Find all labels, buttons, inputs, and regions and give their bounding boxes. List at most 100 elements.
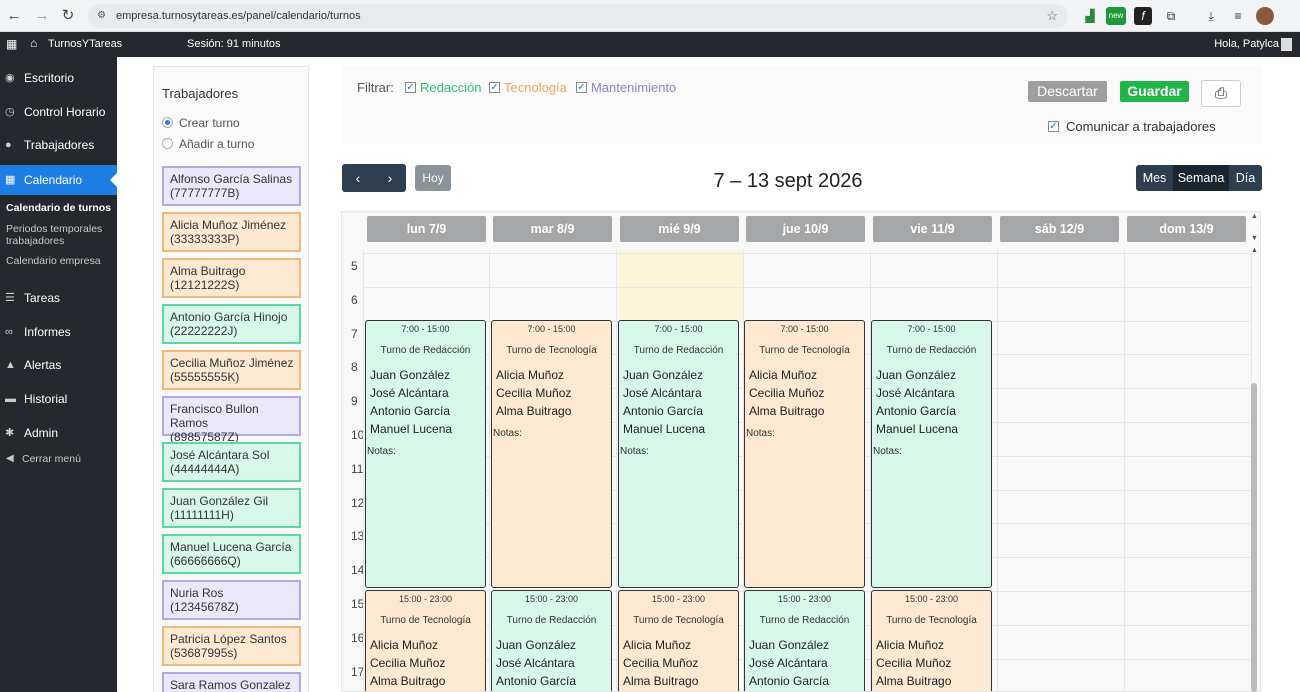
chevron-right-icon: ›	[387, 170, 393, 186]
user-greeting[interactable]: Hola, Patylca	[1214, 38, 1279, 50]
sidebar-sub-periodos[interactable]: Periodos temporales trabajadores	[6, 223, 114, 247]
shift-worker: Antonio García	[876, 404, 957, 418]
day-header[interactable]: dom 13/9	[1127, 216, 1246, 242]
worker-card[interactable]: Juan González Gil (11111111H)	[162, 488, 301, 528]
shift-block[interactable]: 15:00 - 23:00 Turno de Redacción Juan Gonz…	[744, 590, 865, 691]
new-badge-icon[interactable]: new	[1106, 7, 1126, 25]
shift-worker: José Alcántara	[623, 386, 702, 400]
shift-worker: Alma Buitrago	[370, 674, 446, 688]
chart-ext-icon[interactable]: ▟	[1081, 7, 1099, 25]
worker-card[interactable]: Manuel Lucena García (66666666Q)	[162, 534, 301, 574]
day-header[interactable]: vie 11/9	[873, 216, 992, 242]
shift-name: Turno de Tecnología	[759, 345, 850, 356]
sidebar-item-trabajadores[interactable]: ● Trabajadores	[0, 130, 117, 160]
calendar-scrollbar[interactable]: ▲ ▼ ▲	[1249, 213, 1260, 692]
prev-week-button[interactable]: ‹	[342, 164, 374, 192]
day-header[interactable]: mar 8/9	[493, 216, 612, 242]
filter-mantenimiento[interactable]: ✓ Mantenimiento	[576, 80, 676, 96]
save-button[interactable]: Guardar	[1120, 81, 1189, 102]
shift-block[interactable]: 7:00 - 15:00 Turno de Tecnología Alicia Mu…	[491, 320, 612, 588]
shift-block[interactable]: 15:00 - 23:00 Turno de Tecnología Alicia M…	[365, 590, 486, 691]
formula-ext-icon[interactable]: f	[1134, 7, 1152, 25]
print-button[interactable]: ⎙	[1201, 80, 1241, 107]
day-header[interactable]: jue 10/9	[746, 216, 865, 242]
sidebar-item-calendario[interactable]: ▦ Calendario	[0, 165, 117, 195]
download-icon[interactable]: ⤓	[1202, 7, 1220, 25]
site-info-icon[interactable]: ⚙	[97, 4, 106, 28]
playlist-icon[interactable]: ≡	[1229, 7, 1247, 25]
worker-card[interactable]: Nuria Ros (12345678Z)	[162, 580, 301, 620]
worker-card[interactable]: Antonio García Hinojo (22222222J)	[162, 304, 301, 344]
sidebar-sub-calendario-empresa[interactable]: Calendario empresa	[6, 255, 114, 267]
next-week-button[interactable]: ›	[374, 164, 406, 192]
sidebar-item-informes[interactable]: ∞ Informes	[0, 317, 117, 347]
scrollbar-thumb[interactable]	[1251, 383, 1257, 692]
sidebar-item-tareas[interactable]: ☰ Tareas	[0, 283, 117, 313]
worker-card[interactable]: Alicia Muñoz Jiménez (33333333P)	[162, 212, 301, 252]
home-icon[interactable]: ⌂	[30, 36, 37, 50]
worker-card[interactable]: Patricia López Santos (53687995s)	[162, 626, 301, 666]
bookmark-star-icon[interactable]: ☆	[1046, 4, 1058, 28]
shift-worker: Cecilia Muñoz	[749, 386, 825, 400]
building-icon[interactable]: ▦	[6, 37, 17, 51]
today-button[interactable]: Hoy	[415, 165, 451, 191]
address-bar[interactable]: ⚙ empresa.turnosytareas.es/panel/calenda…	[88, 4, 1068, 28]
sidebar-item-alertas[interactable]: ▲ Alertas	[0, 350, 117, 380]
profile-avatar[interactable]	[1256, 7, 1274, 25]
shift-block[interactable]: 7:00 - 15:00 Turno de Redacción Juan Gonzá…	[618, 320, 739, 588]
calendar-period-title: 7 – 13 sept 2026	[713, 170, 863, 192]
shift-time: 15:00 - 23:00	[777, 594, 832, 604]
worker-card[interactable]: Alma Buitrago (12121222S)	[162, 258, 301, 298]
shift-block[interactable]: 7:00 - 15:00 Turno de Tecnología Alicia Mu…	[744, 320, 865, 588]
shift-block[interactable]: 15:00 - 23:00 Turno de Redacción Juan Gonz…	[491, 590, 612, 691]
user-icon[interactable]	[1281, 38, 1292, 51]
shift-block[interactable]: 15:00 - 23:00 Turno de Tecnología Alicia M…	[871, 590, 992, 691]
shift-block[interactable]: 7:00 - 15:00 Turno de Redacción Juan Gonzá…	[871, 320, 992, 588]
worker-card[interactable]: Alfonso García Salinas (77777777B)	[162, 166, 301, 206]
worker-card[interactable]: José Alcántara Sol (44444444A)	[162, 442, 301, 482]
sidebar-item-admin[interactable]: ✱ Admin	[0, 418, 117, 448]
view-month-button[interactable]: Mes	[1136, 165, 1173, 191]
scroll-down-icon[interactable]: ▼	[1251, 235, 1258, 242]
sidebar-item-historial[interactable]: ▬ Historial	[0, 384, 117, 414]
discard-button[interactable]: Descartar	[1028, 81, 1107, 102]
radio-crear-turno[interactable]: Crear turno	[162, 115, 240, 131]
scroll-up-icon[interactable]: ▲	[1251, 247, 1258, 254]
sidebar-item-label: Control Horario	[24, 105, 106, 119]
view-day-button[interactable]: Día	[1229, 165, 1262, 191]
shift-time: 7:00 - 15:00	[654, 324, 703, 334]
checkbox: ✓	[405, 82, 416, 93]
new-badge-label: new	[1108, 11, 1124, 20]
calendar-icon: ▦	[5, 174, 16, 186]
radio-anadir-turno[interactable]: Añadir a turno	[162, 136, 254, 152]
scroll-up-icon[interactable]: ▲	[1251, 213, 1258, 220]
shift-notes: Notas:	[746, 428, 775, 439]
shift-block[interactable]: 7:00 - 15:00 Turno de Redacción Juan Gonzá…	[365, 320, 486, 588]
shift-worker: Cecilia Muñoz	[496, 386, 572, 400]
checkbox: ✓	[489, 82, 500, 93]
sidebar-sub-calendario-turnos[interactable]: Calendario de turnos	[6, 202, 114, 214]
filter-redaccion[interactable]: ✓ Redacción	[405, 80, 481, 96]
reload-icon[interactable]: ↻	[58, 6, 78, 26]
close-menu-button[interactable]: ◀ Cerrar menú	[0, 451, 81, 467]
back-icon[interactable]: ←	[4, 6, 24, 26]
communicate-checkbox[interactable]: ✓ Comunicar a trabajadores	[1048, 119, 1216, 135]
worker-card[interactable]: Sara Ramos Gonzalez	[162, 672, 301, 692]
shift-block[interactable]: 15:00 - 23:00 Turno de Tecnología Alicia M…	[618, 590, 739, 691]
day-header[interactable]: mié 9/9	[620, 216, 739, 242]
worker-card[interactable]: Cecilia Muñoz Jiménez (55555555K)	[162, 350, 301, 390]
day-header[interactable]: lun 7/9	[367, 216, 486, 242]
day-header[interactable]: sáb 12/9	[1000, 216, 1119, 242]
worker-card[interactable]: Francisco Bullon Ramos (89857587Z)	[162, 396, 301, 444]
forward-icon[interactable]: →	[32, 6, 52, 26]
shift-name: Turno de Tecnología	[380, 615, 471, 626]
puzzle-icon[interactable]: ⧉	[1162, 7, 1180, 25]
view-week-button[interactable]: Semana	[1173, 165, 1229, 191]
checkbox: ✓	[576, 82, 587, 93]
sidebar-item-control-horario[interactable]: ◷ Control Horario	[0, 97, 117, 127]
filter-tecnologia[interactable]: ✓ Tecnología	[489, 80, 567, 96]
shift-worker: Alma Buitrago	[623, 674, 699, 688]
shift-name: Turno de Redacción	[759, 615, 850, 626]
sidebar-item-escritorio[interactable]: ◉ Escritorio	[0, 63, 117, 93]
app-brand[interactable]: TurnosYTareas	[48, 38, 122, 50]
